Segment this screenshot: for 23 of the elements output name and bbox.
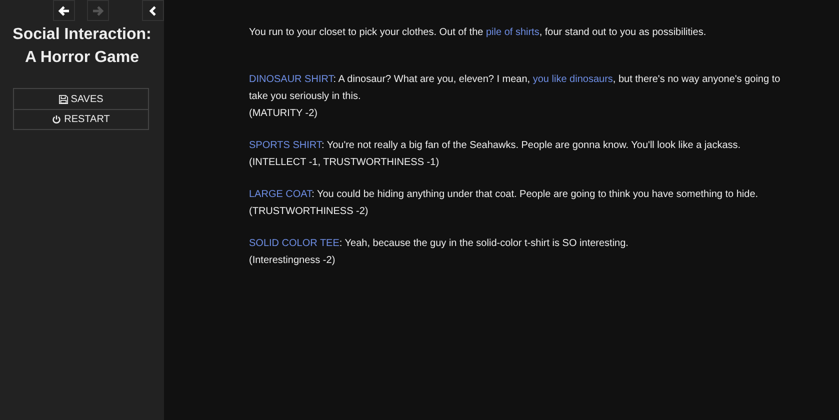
stat-effect: (INTELLECT -1, TRUSTWORTHINESS -1) — [249, 156, 440, 170]
story-title: Social Interaction: — [12, 25, 152, 45]
left-arrow-icon — [58, 4, 70, 16]
passage-text: You run to your closet to pick your clothes. Out of the pile of shirts, four stand out to you as possibilities. — [249, 26, 708, 40]
passage-link[interactable]: pile of shirts — [486, 27, 540, 38]
collapse-button[interactable] — [142, 0, 164, 21]
option-description: SOLID COLOR TEE: Yeah, because the guy in the solid-color t-shirt is SO interesting. — [249, 237, 630, 251]
option-description: DINOSAUR SHIRT: A dinosaur? What are you, eleven? I mean, you like dinosaurs, but there's no way anyone's going to take you seriously in this. — [249, 73, 782, 104]
back-button[interactable] — [53, 0, 75, 21]
power-icon — [52, 115, 62, 124]
right-arrow-icon — [92, 4, 104, 16]
passage-link[interactable]: SPORTS SHIRT — [249, 140, 322, 151]
stat-effect: (TRUSTWORTHINESS -2) — [249, 205, 370, 219]
story-title: A Horror Game — [24, 48, 140, 68]
passage-link[interactable]: you like dinosaurs — [532, 74, 613, 85]
chevron-left-icon — [147, 4, 159, 16]
passage-link[interactable]: SOLID COLOR TEE — [249, 238, 340, 249]
passage-link[interactable]: LARGE COAT — [249, 189, 312, 200]
stat-effect: (Interestingness -2) — [249, 254, 336, 268]
option-description: LARGE COAT: You could be hiding anything under that coat. People are going to think you have something to hide. — [249, 188, 760, 202]
passage-link[interactable]: DINOSAUR SHIRT — [249, 74, 334, 85]
option-description: SPORTS SHIRT: You're not really a big fan of the Seahawks. People are gonna know. You'll look like a jackass. — [249, 139, 742, 153]
stat-effect: (MATURITY -2) — [249, 107, 319, 121]
